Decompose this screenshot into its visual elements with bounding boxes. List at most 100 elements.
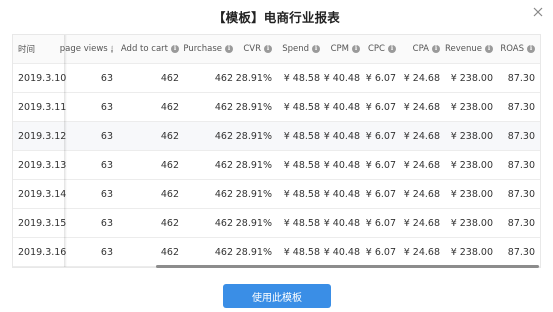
table-cell: 63 (100, 188, 113, 200)
column-header-label: Revenue (444, 44, 482, 54)
table-cell: ¥ 238.00 (450, 101, 493, 113)
column-header-label: Purchase (183, 44, 222, 54)
table-cell: 462 (214, 130, 233, 142)
table-cell: 462 (160, 188, 179, 200)
table-row: 2019.3.13 63 462 462 28.91% ¥ 48.58 ¥ 40.48 ¥ 6… (13, 151, 540, 180)
table-row: 2019.3.16 63 462 462 28.91% ¥ 48.58 ¥ 40.48 ¥ 6… (13, 238, 540, 267)
table-row: 2019.3.11 63 462 462 28.91% ¥ 48.58 ¥ 40.48 ¥ 6… (13, 93, 540, 122)
table-cell: 87.30 (507, 246, 535, 258)
table-row: 2019.3.10 63 462 462 28.91% ¥ 48.58 ¥ 40.48 ¥ 6… (13, 64, 540, 93)
column-header: 时间 (18, 35, 63, 63)
table-cell: ¥ 40.48 (323, 159, 360, 171)
table-cell: 462 (214, 217, 233, 229)
table-cell: 462 (160, 101, 179, 113)
info-icon[interactable]: i (527, 45, 535, 53)
table-cell: 28.91% (235, 188, 272, 200)
column-header-label: ROAS (500, 44, 524, 54)
table-row: 2019.3.14 63 462 462 28.91% ¥ 48.58 ¥ 40.48 ¥ 6… (13, 180, 540, 209)
close-icon[interactable] (531, 4, 545, 18)
table-cell: 87.30 (507, 72, 535, 84)
table-row: 2019.3.15 63 462 462 28.91% ¥ 48.58 ¥ 40.48 ¥ 6… (13, 209, 540, 238)
column-header-label: CPM (330, 44, 349, 54)
table-cell: 63 (100, 159, 113, 171)
date-cell: 2019.3.14 (18, 188, 67, 200)
table-cell: ¥ 40.48 (323, 217, 360, 229)
table-cell: 63 (100, 101, 113, 113)
template-preview-dialog: 【模板】电商行业报表 时间 page views i Add to cart i Purc… (0, 0, 553, 312)
table-cell: 462 (160, 72, 179, 84)
table-cell: 462 (214, 101, 233, 113)
column-header: Purchase i (179, 35, 233, 63)
column-header: Add to cart i (113, 35, 179, 63)
table-cell: ¥ 238.00 (450, 188, 493, 200)
info-icon[interactable]: i (485, 45, 493, 53)
table-cell: 28.91% (235, 159, 272, 171)
column-header: CPC i (360, 35, 396, 63)
info-icon[interactable]: i (432, 45, 440, 53)
date-cell: 2019.3.16 (18, 246, 67, 258)
table-cell: ¥ 6.07 (365, 72, 396, 84)
table-cell: ¥ 6.07 (365, 101, 396, 113)
table-cell: ¥ 24.68 (403, 72, 440, 84)
table-cell: 28.91% (235, 217, 272, 229)
dialog-title: 【模板】电商行业报表 (212, 10, 340, 25)
table-cell: 462 (160, 246, 179, 258)
info-icon[interactable]: i (264, 45, 272, 53)
date-cell: 2019.3.12 (18, 130, 67, 142)
column-header-label: 时间 (18, 45, 36, 55)
table-cell: 28.91% (235, 246, 272, 258)
report-table: 时间 page views i Add to cart i Purchase i CVR i Sp… (12, 34, 541, 268)
date-cell: 2019.3.15 (18, 217, 67, 229)
table-cell: ¥ 48.58 (283, 246, 320, 258)
table-cell: ¥ 24.68 (403, 101, 440, 113)
table-cell: 462 (214, 159, 233, 171)
table-cell: 87.30 (507, 188, 535, 200)
table-cell: 28.91% (235, 130, 272, 142)
table-cell: ¥ 6.07 (365, 188, 396, 200)
table-cell: ¥ 48.58 (283, 188, 320, 200)
table-cell: ¥ 48.58 (283, 101, 320, 113)
info-icon[interactable]: i (312, 45, 320, 53)
table-cell: ¥ 48.58 (283, 217, 320, 229)
table-cell: ¥ 24.68 (403, 217, 440, 229)
use-template-button[interactable]: 使用此模板 (223, 284, 331, 308)
column-header-label: CPA (412, 44, 429, 54)
table-cell: 87.30 (507, 101, 535, 113)
table-cell: 63 (100, 217, 113, 229)
info-icon[interactable]: i (225, 45, 233, 53)
table-cell: ¥ 24.68 (403, 246, 440, 258)
table-cell: 462 (160, 217, 179, 229)
table-cell: ¥ 238.00 (450, 72, 493, 84)
table-cell: ¥ 40.48 (323, 101, 360, 113)
column-header: ROAS i (493, 35, 535, 63)
table-cell: ¥ 6.07 (365, 246, 396, 258)
table-cell: ¥ 40.48 (323, 130, 360, 142)
table-cell: ¥ 48.58 (283, 159, 320, 171)
date-cell: 2019.3.13 (18, 159, 67, 171)
table-cell: 87.30 (507, 159, 535, 171)
info-icon[interactable]: i (171, 45, 179, 53)
info-icon[interactable]: i (388, 45, 396, 53)
table-cell: 63 (100, 130, 113, 142)
table-cell: 462 (214, 72, 233, 84)
column-header: Spend i (272, 35, 320, 63)
table-cell: 63 (100, 246, 113, 258)
column-header: CPA i (396, 35, 440, 63)
table-cell: 28.91% (235, 101, 272, 113)
table-cell: ¥ 6.07 (365, 130, 396, 142)
table-cell: 462 (214, 246, 233, 258)
table-cell: ¥ 238.00 (450, 130, 493, 142)
column-header-label: Spend (282, 44, 309, 54)
table-header: 时间 page views i Add to cart i Purchase i CVR i Sp… (13, 35, 540, 64)
table-cell: ¥ 24.68 (403, 159, 440, 171)
column-header: Revenue i (440, 35, 493, 63)
horizontal-scrollbar[interactable] (156, 265, 539, 268)
table-cell: 462 (160, 130, 179, 142)
table-cell: ¥ 238.00 (450, 246, 493, 258)
table-cell: ¥ 24.68 (403, 188, 440, 200)
table-cell: 462 (214, 188, 233, 200)
table-cell: 87.30 (507, 217, 535, 229)
info-icon[interactable]: i (352, 45, 360, 53)
date-cell: 2019.3.10 (18, 72, 67, 84)
table-cell: ¥ 24.68 (403, 130, 440, 142)
